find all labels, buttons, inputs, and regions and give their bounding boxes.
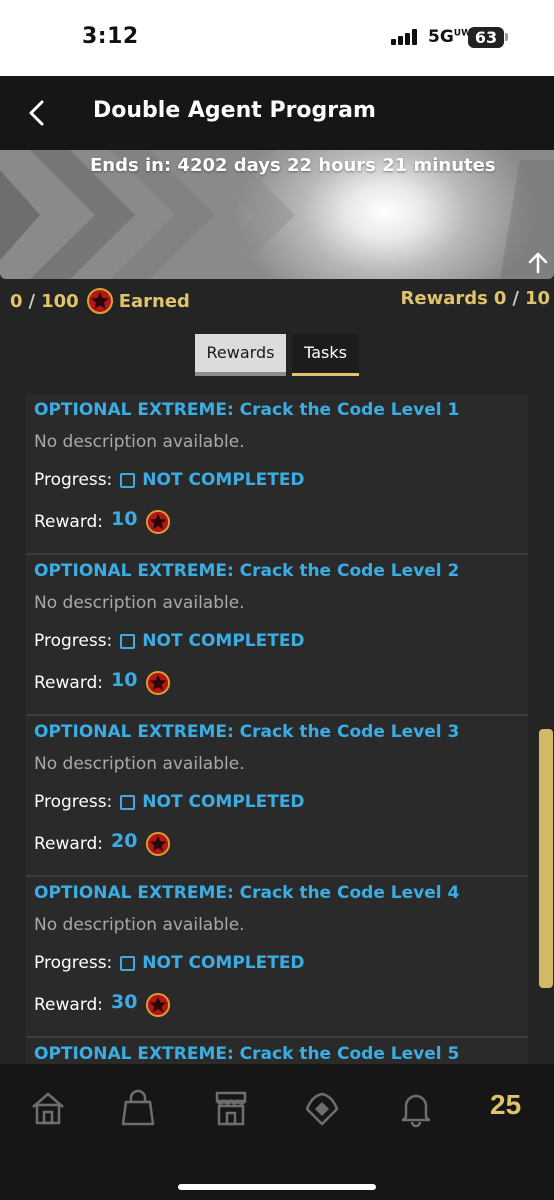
reward-value: 10 [111,669,138,691]
task-title: OPTIONAL EXTREME: Crack the Code Level 4 [34,883,460,903]
bottom-nav: 25 [0,1064,554,1200]
reward-value: 10 [111,508,138,530]
task-reward: Reward: 30 [34,991,170,1017]
task-progress: Progress: NOT COMPLETED [34,631,305,651]
network-label: 5GUW [428,27,472,47]
battery-icon: 63 [468,27,504,48]
reward-value: 20 [111,830,138,852]
rewards-summary: Rewards 0 / 10 [401,288,551,309]
task-description: No description available. [34,915,245,935]
status-bar: 3:12 5GUW 63 [0,0,554,76]
hero-banner: Ends in: 4202 days 22 hours 21 minutes [0,150,554,279]
tab-rewards[interactable]: Rewards [195,334,286,376]
task-reward: Reward: 10 [34,508,170,534]
progress-status: NOT COMPLETED [142,953,305,973]
page-title: Double Agent Program [93,98,376,123]
progress-label: Progress: [34,631,113,651]
progress-label: Progress: [34,470,113,490]
back-button[interactable] [22,96,54,130]
task-description: No description available. [34,754,245,774]
tab-tasks[interactable]: Tasks [292,334,359,376]
chevron-left-icon [29,100,44,126]
earned-summary: 0 / 100 Earned [10,288,190,314]
star-medal-icon [145,832,170,856]
bell-icon [401,1094,431,1128]
checkbox-icon [120,472,136,488]
task-progress: Progress: NOT COMPLETED [34,792,305,812]
earned-current: 0 [10,290,23,312]
status-time: 3:12 [82,24,139,49]
nav-store[interactable] [211,1088,251,1128]
task-card: OPTIONAL EXTREME: Crack the Code Level 5 [26,1038,528,1064]
progress-label: Progress: [34,953,113,973]
rewards-current: 0 [493,288,507,309]
ends-in-countdown: Ends in: 4202 days 22 hours 21 minutes [90,155,496,176]
star-medal-icon [145,510,170,534]
task-reward: Reward: 10 [34,669,170,695]
task-description: No description available. [34,432,245,452]
star-medal-icon [86,288,113,314]
task-card: OPTIONAL EXTREME: Crack the Code Level 3… [26,716,528,877]
task-card: OPTIONAL EXTREME: Crack the Code Level 4… [26,877,528,1038]
home-indicator [178,1184,376,1190]
task-card: OPTIONAL EXTREME: Crack the Code Level 2… [26,555,528,716]
home-icon [32,1092,64,1125]
reward-value: 30 [111,991,138,1013]
task-reward: Reward: 20 [34,830,170,856]
nav-home[interactable] [28,1088,68,1128]
earned-label: Earned [118,290,190,312]
task-title: OPTIONAL EXTREME: Crack the Code Level 1 [34,400,460,420]
progress-status: NOT COMPLETED [142,792,305,812]
rewards-separator: / [512,288,519,309]
nav-diamond[interactable] [302,1088,342,1128]
task-progress: Progress: NOT COMPLETED [34,953,305,973]
task-card: OPTIONAL EXTREME: Crack the Code Level 1… [26,394,528,555]
reward-label: Reward: [34,995,104,1015]
checkbox-icon [120,794,136,810]
nav-level-badge[interactable]: 25 [490,1089,521,1121]
bag-icon [121,1089,155,1126]
earned-total: 100 [41,290,79,312]
app-header: Double Agent Program [0,76,554,150]
star-medal-icon [145,671,170,695]
star-medal-icon [145,993,170,1017]
task-title: OPTIONAL EXTREME: Crack the Code Level 3 [34,722,460,742]
diamond-icon [305,1092,339,1126]
scroll-top-button[interactable] [526,251,550,275]
task-list[interactable]: OPTIONAL EXTREME: Crack the Code Level 1… [26,394,528,1064]
battery-tip [505,33,508,41]
nav-notifications[interactable] [396,1088,436,1128]
task-title: OPTIONAL EXTREME: Crack the Code Level 2 [34,561,460,581]
task-description: No description available. [34,593,245,613]
progress-label: Progress: [34,792,113,812]
task-title: OPTIONAL EXTREME: Crack the Code Level 5 [34,1044,460,1064]
rewards-total: 10 [524,288,550,309]
checkbox-icon [120,955,136,971]
task-progress: Progress: NOT COMPLETED [34,470,305,490]
rewards-label: Rewards [400,288,488,309]
progress-status: NOT COMPLETED [142,470,305,490]
reward-label: Reward: [34,834,104,854]
reward-label: Reward: [34,673,104,693]
scrollbar[interactable] [539,729,553,988]
checkbox-icon [120,633,136,649]
arrow-up-icon [528,252,548,274]
signal-icon [391,29,419,45]
progress-status: NOT COMPLETED [142,631,305,651]
nav-bag[interactable] [118,1088,158,1128]
store-icon [215,1091,247,1126]
earned-separator: / [28,290,36,312]
reward-label: Reward: [34,512,104,532]
